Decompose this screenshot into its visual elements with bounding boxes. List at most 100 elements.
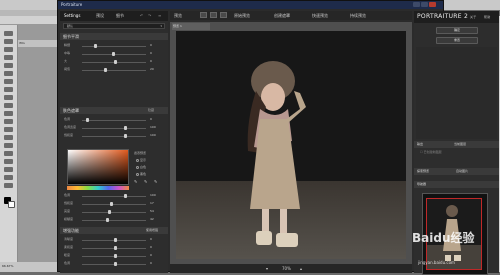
slider-row[interactable]: 大 0 [64,59,164,65]
eraser-tool-icon[interactable] [4,111,13,116]
slider-value[interactable]: 0 [150,237,152,241]
skin-color-picker[interactable] [67,149,129,185]
wand-tool-icon[interactable] [4,55,13,60]
eyedropper-minus-icon[interactable]: ✎ [154,179,160,184]
hue-strip[interactable] [67,186,129,190]
slider-knob[interactable] [124,126,127,130]
slider-knob[interactable] [114,246,117,250]
slider-knob[interactable] [124,194,127,198]
pen-tool-icon[interactable] [4,143,13,148]
slider-value[interactable]: 54 [150,209,154,213]
zoom-in-icon[interactable]: ▴ [300,266,302,271]
slider-value[interactable]: 17 [150,201,154,205]
photoshop-options-bar[interactable] [0,16,60,25]
preview-photo[interactable] [176,31,406,259]
section-preview[interactable]: 探索预览 自动图片 [414,168,499,175]
slider-row[interactable]: 饱和度 17 [64,201,164,207]
path-select-tool-icon[interactable] [4,159,13,164]
preset-select[interactable]: 默认 ▾ [63,23,165,29]
move-tool-icon[interactable] [4,31,13,36]
section-navigator[interactable]: 导航器 [414,181,499,188]
slider-knob[interactable] [104,68,107,72]
slider-value[interactable]: 100 [150,193,156,197]
zoom-value[interactable]: 70% [282,266,291,271]
slider-value[interactable]: 20 [150,67,154,71]
tab-settings[interactable]: Settings [64,13,80,18]
radio-show[interactable]: 显示 [136,158,146,162]
slider-track[interactable] [82,128,146,129]
slider-row[interactable]: 精细 0 [64,43,164,49]
auto-image-toggle[interactable]: 自动图片 [456,169,468,173]
compare-button[interactable]: 原始预览 [234,13,250,19]
radio-black[interactable]: 黑色 [136,172,146,176]
about-link[interactable]: 关于 [470,15,477,19]
slider-knob[interactable] [114,254,117,258]
slider-row[interactable]: 饱和度 100 [64,133,164,139]
slider-value[interactable]: 0 [150,117,152,121]
slider-track[interactable] [82,46,146,47]
slider-knob[interactable] [124,134,127,138]
continuous-preview-toggle[interactable]: 持续预览 [350,13,366,19]
hand-tool-icon[interactable] [4,175,13,180]
dodge-tool-icon[interactable] [4,135,13,140]
slider-row[interactable]: 亮度 54 [64,209,164,215]
stamp-tool-icon[interactable] [4,95,13,100]
tab-presets[interactable]: 预设 [96,13,104,19]
preview-tab[interactable]: 预览 1 [172,23,210,30]
brush-tool-icon[interactable] [4,87,13,92]
tab-details[interactable]: 细节 [116,13,124,19]
style-label[interactable]: 预览 [174,13,182,19]
slider-track[interactable] [82,70,146,71]
slider-row[interactable]: 模糊度 42 [64,217,164,223]
side-by-side-icon[interactable] [220,12,227,18]
eyedropper-icon[interactable]: ✎ [134,179,140,184]
eyedropper-plus-icon[interactable]: ✎ [144,179,150,184]
slider-track[interactable] [82,204,146,205]
slider-value[interactable]: 0 [150,51,152,55]
use-enhance-toggle[interactable]: 使用增强 [146,228,158,232]
slider-value[interactable]: 100 [150,133,156,137]
slider-knob[interactable] [114,262,117,266]
photoshop-document-tab[interactable]: IMG [18,40,60,47]
mask-button[interactable]: 创建遮罩 [274,13,290,19]
background-color-icon[interactable] [8,201,15,208]
slider-knob[interactable] [94,44,97,48]
zoom-out-icon[interactable]: ▾ [266,266,268,271]
slider-value[interactable]: 100 [150,125,156,129]
slider-value[interactable]: 0 [150,245,152,249]
slider-value[interactable]: 42 [150,217,154,221]
crop-tool-icon[interactable] [4,63,13,68]
help-link[interactable]: 帮助 [484,15,491,19]
slider-knob[interactable] [86,118,89,122]
split-view-icon[interactable] [210,12,217,18]
slider-value[interactable]: 0 [150,59,152,63]
slider-row[interactable]: 柔和度 0 [64,245,164,251]
lasso-tool-icon[interactable] [4,47,13,52]
slider-track[interactable] [82,120,146,121]
slider-track[interactable] [82,136,146,137]
quick-preview-toggle[interactable]: 快速预览 [312,13,328,19]
slider-track[interactable] [82,212,146,213]
slider-row[interactable]: 清晰度 0 [64,237,164,243]
close-button[interactable] [429,2,436,7]
single-view-icon[interactable] [200,12,207,18]
ok-button[interactable]: 确定 [436,27,478,34]
marquee-tool-icon[interactable] [4,39,13,44]
menu-icon[interactable]: ≡ [158,13,161,18]
slider-value[interactable]: 0 [150,253,152,257]
redo-icon[interactable]: ↷ [148,13,151,18]
slider-knob[interactable] [108,210,111,214]
slider-value[interactable]: 0 [150,43,152,47]
slider-row[interactable]: 色调 0 [64,117,164,123]
slider-knob[interactable] [114,60,117,64]
history-brush-tool-icon[interactable] [4,103,13,108]
section-enhancements[interactable]: 增强功能 使用增强 [60,227,168,234]
photoshop-toolbox[interactable] [0,25,18,272]
slider-row[interactable]: 色调宽度 100 [64,125,164,131]
output-select[interactable]: 当前图层 [454,142,466,146]
maximize-button[interactable] [421,2,428,7]
slider-knob[interactable] [112,52,115,56]
slider-value[interactable]: 0 [150,261,152,265]
slider-row[interactable]: 色调 0 [64,261,164,267]
section-output[interactable]: 输出 当前图层 [414,141,499,148]
